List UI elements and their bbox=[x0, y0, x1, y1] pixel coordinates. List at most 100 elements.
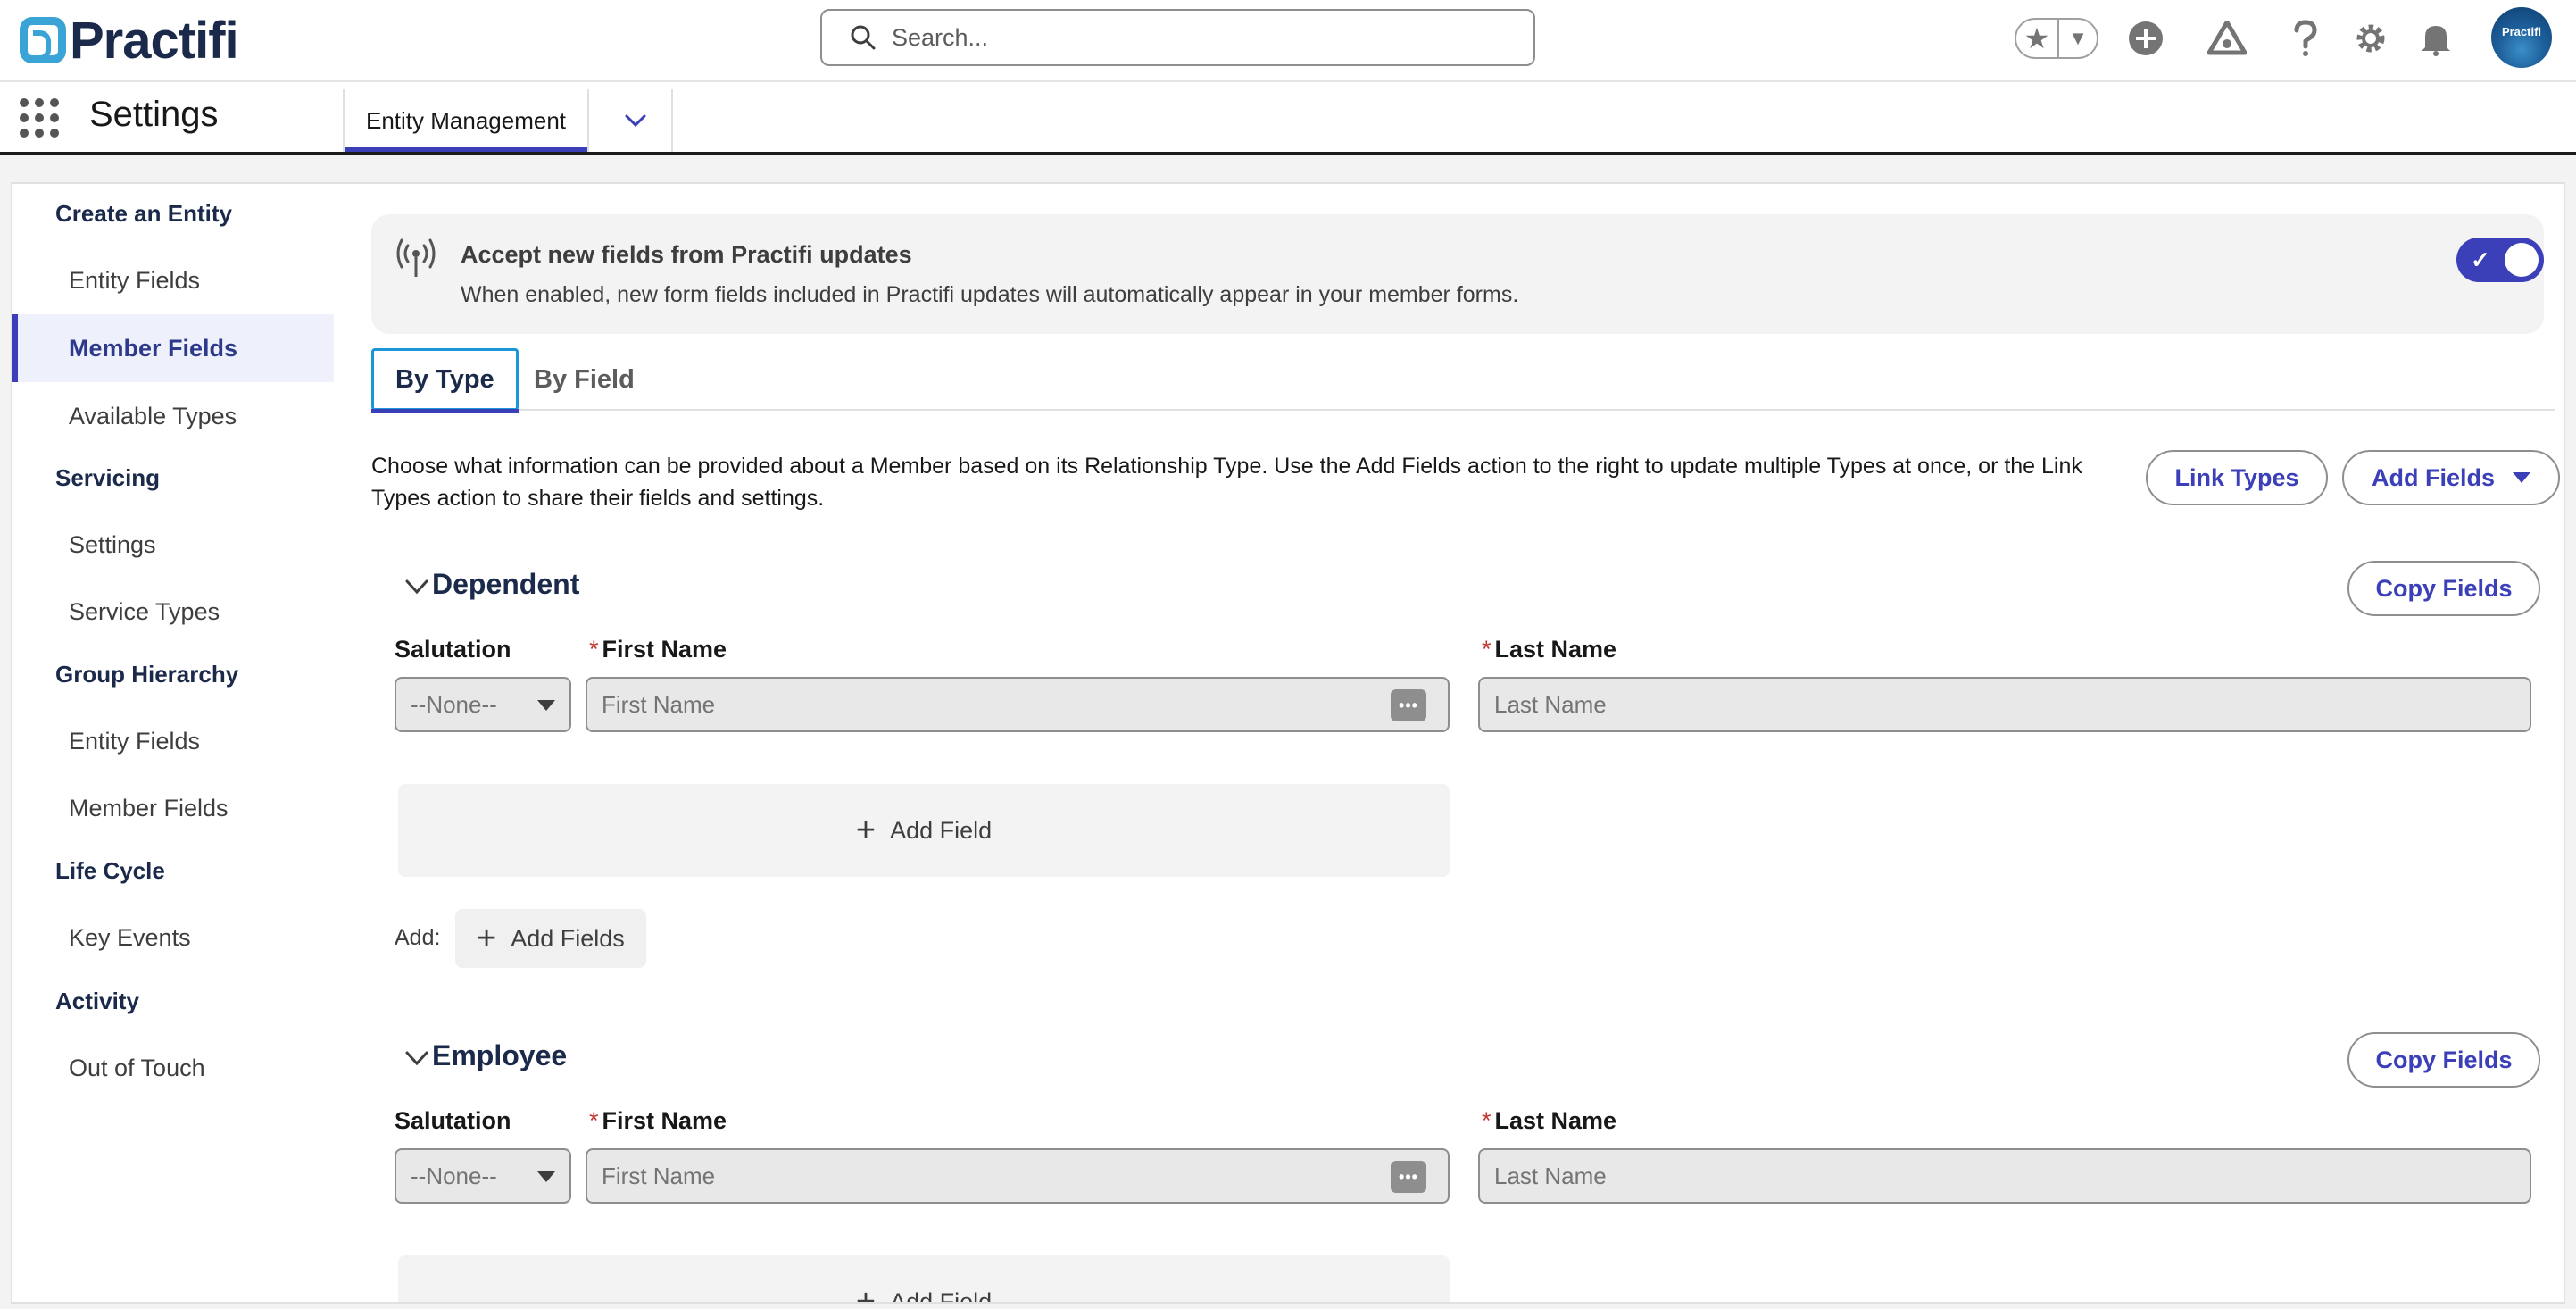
global-header: Practifi Search... ★ ▼ Practifi bbox=[0, 0, 2576, 82]
first-name-label: * First Name bbox=[589, 636, 727, 663]
star-icon[interactable]: ★ bbox=[2016, 20, 2059, 57]
trailhead-icon[interactable] bbox=[2206, 18, 2248, 59]
plus-icon: + bbox=[855, 1283, 877, 1304]
salutation-select[interactable]: --None-- bbox=[395, 677, 571, 732]
collapse-employee-chevron-icon[interactable] bbox=[403, 1045, 430, 1071]
global-actions-icon[interactable] bbox=[2125, 18, 2166, 59]
global-search-input[interactable]: Search... bbox=[820, 9, 1535, 66]
copy-fields-button-dependent[interactable]: Copy Fields bbox=[2347, 561, 2540, 616]
last-name-label: * Last Name bbox=[1482, 1107, 1616, 1135]
sidebar-heading-create-entity: Create an Entity bbox=[55, 200, 232, 227]
salutation-value: --None-- bbox=[411, 1162, 497, 1189]
first-name-label-text: First Name bbox=[602, 1107, 727, 1134]
toggle-knob bbox=[2505, 243, 2539, 277]
add-fields-label: Add Fields bbox=[511, 924, 625, 952]
user-avatar[interactable]: Practifi bbox=[2491, 7, 2552, 68]
sidebar-item-out-of-touch[interactable]: Out of Touch bbox=[12, 1034, 334, 1102]
add-field-label: Add Field bbox=[890, 1288, 993, 1304]
section-title-employee: Employee bbox=[432, 1039, 568, 1071]
sidebar-item-group-member-fields[interactable]: Member Fields bbox=[12, 774, 334, 842]
link-types-button[interactable]: Link Types bbox=[2146, 450, 2328, 505]
salutation-label: Salutation bbox=[395, 1107, 511, 1134]
sidebar-item-servicing-settings[interactable]: Settings bbox=[12, 511, 334, 579]
section-title-dependent: Dependent bbox=[432, 568, 580, 600]
help-icon[interactable] bbox=[2285, 18, 2326, 59]
favorites-button[interactable]: ★ ▼ bbox=[2015, 18, 2098, 59]
add-fields-button[interactable]: + Add Fields bbox=[455, 909, 646, 968]
last-name-input[interactable]: Last Name bbox=[1478, 677, 2531, 732]
settings-sidebar: Create an Entity Entity Fields Member Fi… bbox=[12, 184, 334, 1302]
main-content: Accept new fields from Practifi updates … bbox=[361, 184, 2564, 1302]
sidebar-heading-servicing: Servicing bbox=[55, 464, 161, 491]
tab-entity-management[interactable]: Entity Management bbox=[343, 89, 590, 152]
salutation-value: --None-- bbox=[411, 690, 497, 718]
tab-by-field[interactable]: By Field bbox=[534, 348, 635, 411]
banner-description: When enabled, new form fields included i… bbox=[461, 282, 1519, 307]
required-marker: * bbox=[589, 1107, 599, 1134]
more-options-icon[interactable]: ••• bbox=[1391, 1161, 1426, 1193]
settings-card: Create an Entity Entity Fields Member Fi… bbox=[11, 182, 2565, 1304]
avatar-text: Practifi bbox=[2501, 24, 2542, 38]
sidebar-item-available-types[interactable]: Available Types bbox=[12, 382, 334, 450]
sidebar-item-member-fields[interactable]: Member Fields bbox=[12, 314, 334, 382]
sidebar-item-group-entity-fields[interactable]: Entity Fields bbox=[12, 707, 334, 775]
logo-text: Practifi bbox=[70, 11, 239, 70]
setup-gear-icon[interactable] bbox=[2350, 18, 2391, 59]
required-marker: * bbox=[1482, 1107, 1492, 1134]
last-name-label: * Last Name bbox=[1482, 636, 1616, 663]
nav-menu-chevron-down-icon[interactable] bbox=[600, 89, 673, 152]
add-prefix-label: Add: bbox=[395, 925, 441, 950]
collapse-dependent-chevron-icon[interactable] bbox=[403, 573, 430, 600]
first-name-input[interactable]: First Name ••• bbox=[586, 1148, 1450, 1204]
last-name-label-text: Last Name bbox=[1494, 636, 1617, 663]
search-icon bbox=[851, 25, 876, 50]
copy-fields-button-employee[interactable]: Copy Fields bbox=[2347, 1032, 2540, 1088]
first-name-label: * First Name bbox=[589, 1107, 727, 1135]
add-field-label: Add Field bbox=[890, 816, 993, 844]
practifi-logo-mark bbox=[20, 17, 66, 63]
view-tabs: By Type By Field bbox=[371, 348, 2555, 413]
add-field-button[interactable]: + Add Field bbox=[398, 1255, 1450, 1304]
notifications-bell-icon[interactable] bbox=[2415, 18, 2456, 59]
plus-icon: + bbox=[477, 920, 497, 957]
app-navbar: Settings Entity Management bbox=[0, 82, 2576, 155]
favorites-dropdown-icon[interactable]: ▼ bbox=[2059, 27, 2097, 50]
intro-text: Choose what information can be provided … bbox=[371, 454, 2082, 511]
last-name-placeholder: Last Name bbox=[1494, 1162, 1607, 1189]
plus-icon: + bbox=[855, 812, 877, 849]
app-launcher-icon[interactable] bbox=[20, 98, 59, 138]
more-options-icon[interactable]: ••• bbox=[1391, 689, 1426, 721]
sidebar-item-service-types[interactable]: Service Types bbox=[12, 578, 334, 646]
sidebar-item-key-events[interactable]: Key Events bbox=[12, 904, 334, 971]
sidebar-heading-group-hierarchy: Group Hierarchy bbox=[55, 661, 239, 688]
first-name-label-text: First Name bbox=[602, 636, 727, 663]
salutation-select[interactable]: --None-- bbox=[395, 1148, 571, 1204]
required-marker: * bbox=[589, 636, 599, 663]
tab-by-type[interactable]: By Type bbox=[371, 348, 519, 413]
sidebar-heading-life-cycle: Life Cycle bbox=[55, 857, 165, 884]
select-caret-icon bbox=[537, 1171, 555, 1182]
banner-title: Accept new fields from Practifi updates bbox=[461, 241, 912, 268]
practifi-logo[interactable]: Practifi bbox=[20, 9, 239, 71]
add-fields-dropdown-label: Add Fields bbox=[2371, 463, 2495, 491]
first-name-input[interactable]: First Name ••• bbox=[586, 677, 1450, 732]
first-name-placeholder: First Name bbox=[602, 1162, 716, 1189]
page-body: Create an Entity Entity Fields Member Fi… bbox=[0, 155, 2576, 1309]
add-fields-dropdown-button[interactable]: Add Fields bbox=[2342, 450, 2560, 505]
sidebar-heading-activity: Activity bbox=[55, 988, 139, 1014]
last-name-placeholder: Last Name bbox=[1494, 690, 1607, 718]
sidebar-item-entity-fields[interactable]: Entity Fields bbox=[12, 246, 334, 314]
search-placeholder: Search... bbox=[892, 23, 989, 51]
add-field-button[interactable]: + Add Field bbox=[398, 784, 1450, 877]
broadcast-antenna-icon bbox=[396, 238, 436, 277]
last-name-label-text: Last Name bbox=[1494, 1107, 1617, 1134]
app-name: Settings bbox=[89, 95, 219, 134]
accept-updates-toggle[interactable]: ✓ bbox=[2456, 238, 2544, 282]
caret-down-icon bbox=[2513, 472, 2530, 483]
salutation-label: Salutation bbox=[395, 636, 511, 663]
updates-banner: Accept new fields from Practifi updates … bbox=[371, 214, 2544, 334]
last-name-input[interactable]: Last Name bbox=[1478, 1148, 2531, 1204]
first-name-placeholder: First Name bbox=[602, 690, 716, 718]
required-marker: * bbox=[1482, 636, 1492, 663]
checkmark-icon: ✓ bbox=[2471, 246, 2490, 273]
